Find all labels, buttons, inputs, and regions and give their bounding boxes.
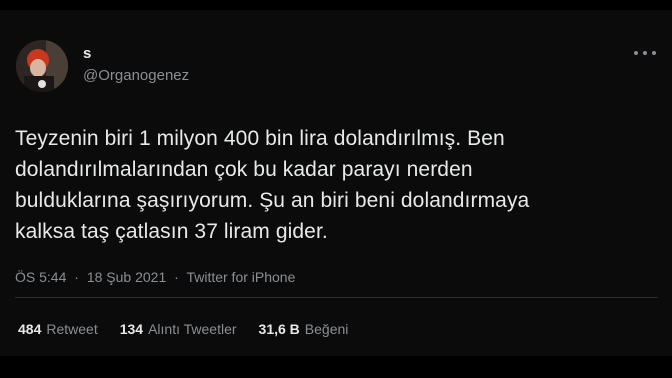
tweet-text-line: dolandırılmalarından çok bu kadar parayı… (15, 158, 473, 181)
more-options-icon[interactable] (634, 46, 656, 60)
dot (643, 51, 647, 55)
tweet-card: s @Organogenez Teyzenin biri 1 milyon 40… (0, 10, 672, 356)
avatar[interactable] (16, 40, 68, 92)
divider (15, 297, 658, 298)
separator: · (74, 269, 79, 285)
likes-stat[interactable]: 31,6 B Beğeni (259, 321, 349, 337)
user-handle[interactable]: @Organogenez (83, 67, 189, 84)
dot (652, 51, 656, 55)
quote-label: Alıntı Tweetler (148, 321, 237, 337)
tweet-source[interactable]: Twitter for iPhone (186, 269, 295, 285)
retweet-count: 484 (18, 321, 42, 337)
tweet-date[interactable]: 18 Şub 2021 (87, 269, 166, 285)
tweet-metadata: ÖS 5:44 · 18 Şub 2021 · Twitter for iPho… (15, 269, 295, 285)
quote-tweets-stat[interactable]: 134 Alıntı Tweetler (120, 321, 237, 337)
tweet-stats: 484 Retweet 134 Alıntı Tweetler 31,6 B B… (18, 321, 370, 337)
tweet-time[interactable]: ÖS 5:44 (15, 269, 66, 285)
screenshot-frame: s @Organogenez Teyzenin biri 1 milyon 40… (0, 0, 672, 378)
tweet-text: Teyzenin biri 1 milyon 400 bin lira dola… (15, 123, 660, 247)
quote-count: 134 (119, 321, 144, 337)
avatar-image (16, 40, 68, 92)
separator: · (174, 269, 179, 285)
display-name[interactable]: s (83, 45, 91, 62)
bottom-border (0, 356, 672, 378)
likes-count: 31,6 B (258, 321, 300, 337)
retweet-label: Retweet (46, 321, 98, 337)
dot (634, 51, 638, 55)
likes-label: Beğeni (304, 321, 349, 337)
retweet-stat[interactable]: 484 Retweet (18, 321, 98, 337)
tweet-text-line: bulduklarına şaşırıyorum. Şu an biri ben… (15, 189, 530, 212)
tweet-text-line: Teyzenin biri 1 milyon 400 bin lira dola… (15, 127, 505, 150)
tweet-text-line: kalksa taş çatlasın 37 liram gider. (15, 220, 328, 243)
